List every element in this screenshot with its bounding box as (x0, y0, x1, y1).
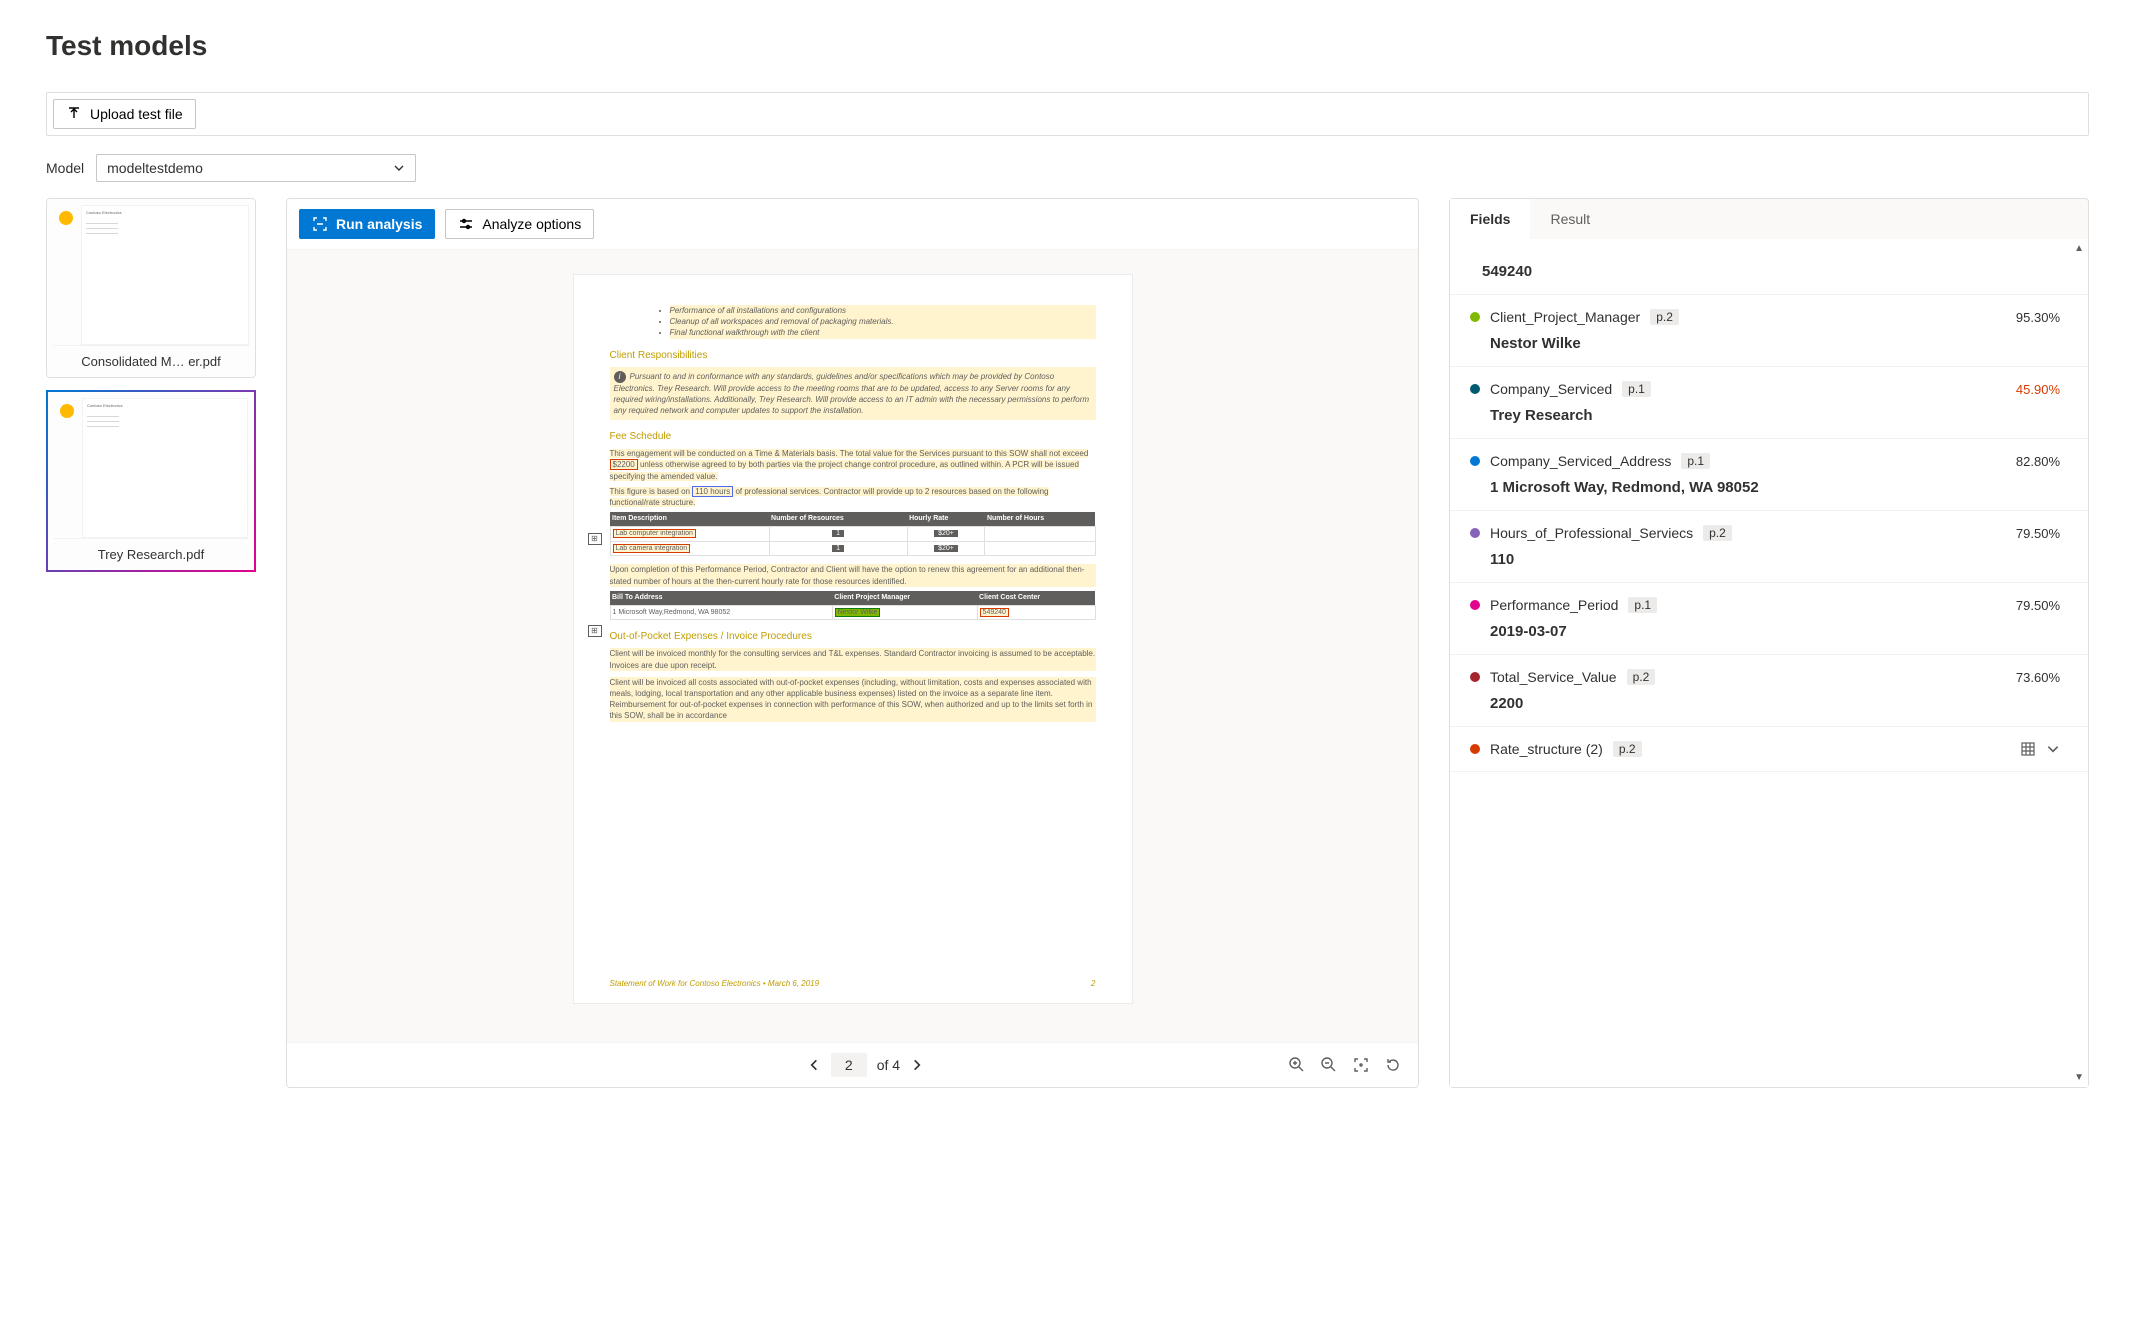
confidence-value: 79.50% (2016, 526, 2060, 541)
chevron-down-icon[interactable] (2046, 742, 2060, 756)
rate-table: Item DescriptionNumber of ResourcesHourl… (610, 512, 1096, 556)
confidence-value: 79.50% (2016, 598, 2060, 613)
thumbnail-name: Consolidated M… er.pdf (53, 345, 249, 377)
table-icon: ⊞ (588, 533, 602, 545)
status-dot-icon (59, 211, 73, 225)
page-badge: p.2 (1613, 741, 1642, 757)
thumbnail-card[interactable]: Contoso Electronics—————————————————————… (46, 390, 256, 572)
analyze-options-button[interactable]: Analyze options (445, 209, 594, 239)
field-item[interactable]: Company_Serviced_Address p.1 82.80% 1 Mi… (1450, 439, 2088, 511)
page-title: Test models (46, 30, 2089, 62)
tabs: Fields Result (1450, 199, 2088, 239)
analyze-options-label: Analyze options (482, 216, 581, 232)
scroll-down-icon[interactable]: ▼ (2074, 1072, 2084, 1083)
scan-icon (312, 216, 328, 232)
model-label: Model (46, 160, 84, 176)
field-value: 110 (1490, 551, 2060, 568)
fit-icon[interactable] (1352, 1056, 1370, 1074)
confidence-value: 95.30% (2016, 310, 2060, 325)
field-color-dot (1470, 456, 1480, 466)
run-analysis-button[interactable]: Run analysis (299, 209, 435, 239)
page-badge: p.2 (1627, 669, 1656, 685)
field-item-top: 549240 (1450, 239, 2088, 295)
bill-table: Bill To AddressClient Project ManagerCli… (610, 591, 1096, 621)
page-badge: p.1 (1628, 597, 1657, 613)
next-page-button[interactable] (910, 1058, 924, 1072)
page-badge: p.2 (1650, 309, 1679, 325)
field-color-dot (1470, 312, 1480, 322)
viewer-canvas[interactable]: Performance of all installations and con… (287, 250, 1418, 1042)
prev-page-button[interactable] (807, 1058, 821, 1072)
field-item[interactable]: Hours_of_Professional_Serviecs p.2 79.50… (1450, 511, 2088, 583)
field-color-dot (1470, 384, 1480, 394)
field-color-dot (1470, 744, 1480, 754)
field-item[interactable]: Client_Project_Manager p.2 95.30% Nestor… (1450, 295, 2088, 367)
document-page: Performance of all installations and con… (573, 274, 1133, 1004)
page-total-label: of 4 (877, 1057, 900, 1073)
field-color-dot (1470, 528, 1480, 538)
field-value: 1 Microsoft Way, Redmond, WA 98052 (1490, 479, 2060, 496)
field-item[interactable]: Company_Serviced p.1 45.90% Trey Researc… (1450, 367, 2088, 439)
upload-toolbar: Upload test file (46, 92, 2089, 136)
field-name: Hours_of_Professional_Serviecs (1490, 525, 1693, 541)
field-item[interactable]: Total_Service_Value p.2 73.60% 2200 (1450, 655, 2088, 727)
upload-icon (66, 106, 82, 122)
model-select[interactable]: modeltestdemo (96, 154, 416, 182)
field-item-rate-structure[interactable]: Rate_structure (2) p.2 (1450, 727, 2088, 772)
confidence-value: 73.60% (2016, 670, 2060, 685)
confidence-value: 45.90% (2016, 382, 2060, 397)
field-value: 2019-03-07 (1490, 623, 2060, 640)
field-name: Company_Serviced (1490, 381, 1612, 397)
viewer-footer: 2 of 4 (287, 1042, 1418, 1087)
status-dot-icon (60, 404, 74, 418)
thumbnail-name: Trey Research.pdf (54, 538, 248, 570)
current-page[interactable]: 2 (831, 1053, 867, 1077)
field-name: Client_Project_Manager (1490, 309, 1640, 325)
field-value: Trey Research (1490, 407, 2060, 424)
field-color-dot (1470, 600, 1480, 610)
table-icon: ⊞ (588, 625, 602, 637)
sliders-icon (458, 216, 474, 232)
model-selected-value: modeltestdemo (107, 160, 203, 176)
tab-result[interactable]: Result (1530, 199, 1610, 239)
zoom-out-icon[interactable] (1320, 1056, 1338, 1074)
thumbnail-preview: Contoso Electronics—————————————————————… (81, 205, 249, 345)
field-name: Total_Service_Value (1490, 669, 1617, 685)
page-badge: p.1 (1681, 453, 1710, 469)
info-icon: i (614, 371, 626, 383)
field-name: Rate_structure (2) (1490, 741, 1603, 757)
rotate-icon[interactable] (1384, 1056, 1402, 1074)
upload-label: Upload test file (90, 106, 183, 122)
zoom-in-icon[interactable] (1288, 1056, 1306, 1074)
confidence-value: 82.80% (2016, 454, 2060, 469)
document-viewer: Run analysis Analyze options Performance… (286, 198, 1419, 1088)
field-color-dot (1470, 672, 1480, 682)
field-item[interactable]: Performance_Period p.1 79.50% 2019-03-07 (1450, 583, 2088, 655)
table-icon[interactable] (2020, 741, 2036, 757)
field-value: 2200 (1490, 695, 2060, 712)
page-badge: p.2 (1703, 525, 1732, 541)
upload-test-file-button[interactable]: Upload test file (53, 99, 196, 129)
thumbnail-preview: Contoso Electronics—————————————————————… (82, 398, 248, 538)
page-badge: p.1 (1622, 381, 1651, 397)
chevron-down-icon (393, 162, 405, 174)
scroll-up-icon[interactable]: ▲ (2074, 243, 2084, 254)
field-list[interactable]: ▲ 549240 Client_Project_Manager p.2 95.3… (1450, 239, 2088, 1087)
thumbnail-card[interactable]: Contoso Electronics—————————————————————… (46, 198, 256, 378)
thumbnail-list: Contoso Electronics—————————————————————… (46, 198, 256, 1088)
field-value: Nestor Wilke (1490, 335, 2060, 352)
viewer-toolbar: Run analysis Analyze options (287, 199, 1418, 250)
field-name: Company_Serviced_Address (1490, 453, 1671, 469)
run-analysis-label: Run analysis (336, 216, 422, 232)
field-name: Performance_Period (1490, 597, 1618, 613)
results-panel: Fields Result ▲ 549240 Client_Project_Ma… (1449, 198, 2089, 1088)
tab-fields[interactable]: Fields (1450, 199, 1530, 239)
field-value: 549240 (1482, 263, 2060, 280)
